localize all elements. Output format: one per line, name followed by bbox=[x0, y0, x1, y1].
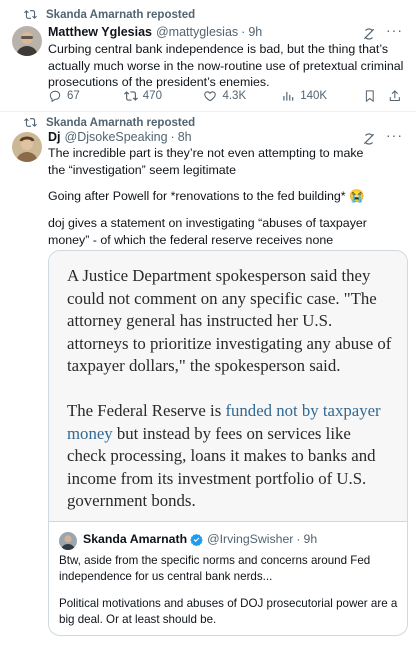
repost-icon bbox=[24, 118, 37, 127]
reply-button[interactable]: 67 bbox=[48, 89, 124, 103]
like-count: 4.3K bbox=[222, 90, 247, 102]
quoted-timestamp[interactable]: 9h bbox=[304, 532, 318, 546]
retweet-icon bbox=[123, 91, 138, 101]
grok-icon[interactable] bbox=[362, 132, 376, 146]
handle[interactable]: @DjsokeSpeaking bbox=[65, 130, 168, 144]
avatar[interactable] bbox=[12, 26, 42, 56]
tweet-dj[interactable]: Skanda Amarnath reposted Dj @DjsokeSpeak… bbox=[0, 112, 416, 650]
article-screenshot[interactable]: A Justice Department spokesperson said t… bbox=[49, 251, 407, 521]
display-name[interactable]: Dj bbox=[48, 130, 61, 144]
separator-dot: · bbox=[241, 25, 246, 39]
article-paragraph-2-prefix: The Federal Reserve is bbox=[67, 401, 226, 420]
action-bar: 67 470 4.3K 140K bbox=[48, 89, 402, 103]
tweet-text-line1: The incredible part is they’re not even … bbox=[48, 146, 364, 177]
handle[interactable]: @mattyglesias bbox=[156, 25, 238, 39]
repost-indicator[interactable]: Skanda Amarnath reposted bbox=[24, 8, 195, 21]
repost-label: Skanda Amarnath reposted bbox=[46, 8, 196, 21]
separator-dot: · bbox=[170, 130, 175, 144]
media-card[interactable]: A Justice Department spokesperson said t… bbox=[48, 250, 408, 636]
view-count: 140K bbox=[300, 90, 328, 102]
tweet-text: Curbing central bank independence is bad… bbox=[48, 42, 404, 89]
heart-icon bbox=[204, 91, 217, 102]
verified-badge-icon bbox=[190, 533, 203, 546]
tweet-text-line3: doj gives a statement on investigating “… bbox=[48, 216, 367, 247]
display-name[interactable]: Matthew Yglesias bbox=[48, 25, 152, 39]
repost-label: Skanda Amarnath reposted bbox=[46, 116, 196, 129]
avatar[interactable] bbox=[12, 132, 42, 162]
article-paragraph-1: A Justice Department spokesperson said t… bbox=[67, 266, 392, 376]
grok-icon[interactable] bbox=[362, 27, 376, 41]
tweet-header: Dj @DjsokeSpeaking · 8h bbox=[48, 130, 192, 144]
separator-dot: · bbox=[296, 532, 301, 546]
quoted-avatar[interactable] bbox=[59, 532, 77, 550]
tweet-header: Matthew Yglesias @mattyglesias · 9h bbox=[48, 25, 262, 39]
share-icon[interactable] bbox=[388, 89, 402, 103]
quoted-text-line2: Political motivations and abuses of DOJ … bbox=[59, 597, 398, 626]
timestamp[interactable]: 9h bbox=[248, 25, 262, 39]
views-button[interactable]: 140K bbox=[281, 89, 363, 103]
repost-button[interactable]: 470 bbox=[123, 89, 204, 103]
repost-count: 470 bbox=[142, 90, 162, 102]
more-options-icon[interactable]: ··· bbox=[386, 127, 403, 143]
article-paragraph-2-suffix: but instead by fees on services like che… bbox=[67, 423, 376, 511]
quoted-tweet-header: Skanda Amarnath @IrvingSwisher · 9h bbox=[83, 532, 317, 546]
reply-count: 67 bbox=[67, 90, 80, 102]
more-options-icon[interactable]: ··· bbox=[386, 22, 403, 38]
tweet-text-line2: Going after Powell for *renovations to t… bbox=[48, 189, 365, 203]
reply-icon bbox=[49, 90, 61, 103]
views-chart-icon bbox=[283, 91, 294, 101]
repost-indicator[interactable]: Skanda Amarnath reposted bbox=[24, 116, 195, 129]
tweet-matthew-yglesias[interactable]: Skanda Amarnath reposted Matthew Yglesia… bbox=[0, 0, 416, 117]
article-paragraph-2: The Federal Reserve is funded not by tax… bbox=[67, 400, 393, 513]
timestamp[interactable]: 8h bbox=[178, 130, 192, 144]
quoted-display-name[interactable]: Skanda Amarnath bbox=[83, 532, 187, 546]
bookmark-icon[interactable] bbox=[363, 89, 377, 103]
quoted-handle[interactable]: @IrvingSwisher bbox=[207, 532, 293, 546]
quoted-text-line1: Btw, aside from the specific norms and c… bbox=[59, 554, 371, 583]
quoted-tweet[interactable]: Skanda Amarnath @IrvingSwisher · 9h Btw,… bbox=[49, 521, 407, 635]
like-button[interactable]: 4.3K bbox=[203, 89, 281, 103]
repost-icon bbox=[24, 10, 37, 19]
